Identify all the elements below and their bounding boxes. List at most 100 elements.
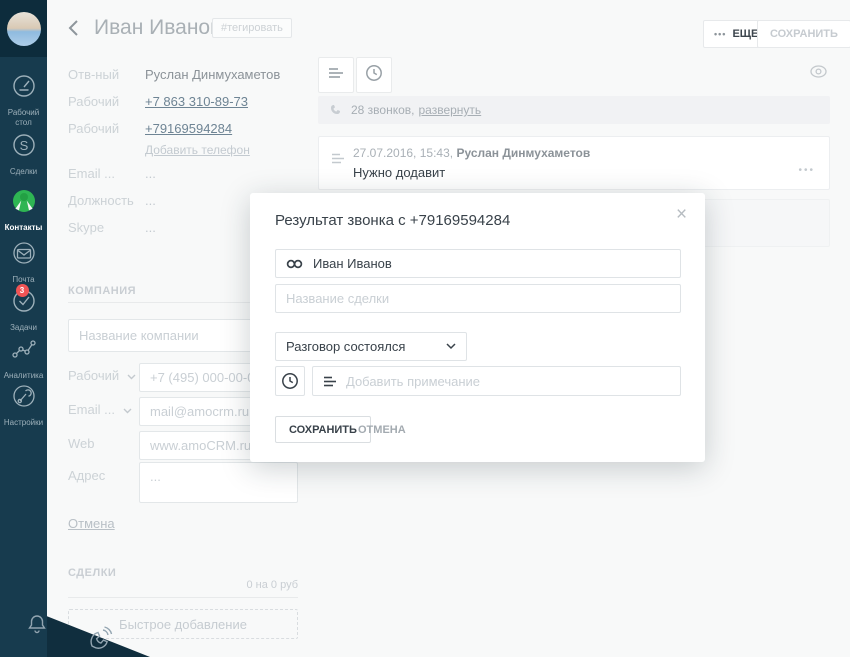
tasks-badge: 3 bbox=[16, 284, 29, 297]
expand-calls-link[interactable]: развернуть bbox=[419, 103, 482, 117]
field-label: Адрес bbox=[68, 468, 105, 483]
calls-count-text: 28 звонков, bbox=[351, 103, 415, 117]
field-label: Рабочий bbox=[68, 94, 119, 109]
modal-title: Результат звонка с +79169594284 bbox=[275, 212, 510, 229]
sidebar-item-label: Задачи bbox=[10, 323, 37, 333]
chevron-down-icon bbox=[446, 343, 456, 350]
watch-eye-icon[interactable] bbox=[810, 65, 827, 83]
contacts-icon bbox=[11, 188, 37, 219]
calls-group-row[interactable]: 28 звонков, развернуть bbox=[318, 96, 830, 124]
deal-name-field[interactable] bbox=[275, 284, 681, 313]
company-section-title: КОМПАНИЯ bbox=[68, 285, 136, 297]
field-row-skype: Skype ... bbox=[68, 220, 104, 235]
note-icon bbox=[328, 66, 344, 84]
field-row-position: Должность ... bbox=[68, 193, 134, 208]
company-row-email: Email ... bbox=[68, 402, 132, 417]
sidebar-item-deals[interactable]: S Сделки bbox=[0, 132, 47, 177]
add-phone-label[interactable]: Добавить телефон bbox=[145, 143, 250, 157]
phone-link[interactable]: +7 863 310-89-73 bbox=[145, 94, 248, 109]
chevron-down-icon[interactable] bbox=[123, 402, 132, 417]
company-address-field[interactable] bbox=[139, 462, 298, 503]
note-icon bbox=[331, 151, 345, 169]
sidebar-item-label: Рабочий стол bbox=[0, 108, 47, 128]
add-note-button[interactable] bbox=[318, 57, 354, 93]
field-label: Должность bbox=[68, 193, 134, 208]
modal-cancel-link[interactable]: ОТМЕНА bbox=[358, 424, 406, 436]
company-address-input[interactable] bbox=[139, 462, 298, 503]
field-label: Skype bbox=[68, 220, 104, 235]
note-date: 27.07.2016, 15:43, bbox=[353, 146, 453, 160]
more-button-label: ЕЩЕ bbox=[732, 28, 758, 40]
divider bbox=[68, 597, 298, 598]
sidebar-item-dashboard[interactable]: Рабочий стол bbox=[0, 73, 47, 128]
note-actions-ellipsis[interactable]: ••• bbox=[798, 165, 815, 176]
field-value: Руслан Динмухаметов bbox=[145, 67, 280, 82]
field-row-phone-1: Рабочий +7 863 310-89-73 bbox=[68, 94, 119, 109]
call-note-field[interactable] bbox=[312, 366, 681, 396]
company-row-address: Адрес bbox=[68, 468, 105, 483]
tasks-icon: 3 bbox=[11, 288, 37, 319]
call-result-value: Разговор состоялся bbox=[286, 339, 405, 354]
field-value: ... bbox=[145, 193, 156, 208]
note-icon bbox=[323, 376, 337, 387]
field-label: Email ... bbox=[68, 402, 115, 417]
add-phone-link[interactable]: Добавить телефон bbox=[145, 143, 250, 157]
sidebar-item-label: Настройки bbox=[4, 418, 43, 428]
field-row-phone-2: Рабочий +79169594284 bbox=[68, 121, 119, 136]
deal-name-input[interactable] bbox=[275, 284, 681, 313]
deals-summary: 0 на 0 руб bbox=[68, 579, 298, 591]
add-task-button[interactable] bbox=[356, 57, 392, 93]
company-row-web: Web bbox=[68, 436, 95, 451]
call-icon bbox=[330, 104, 342, 116]
sidebar-item-label: Сделки bbox=[10, 167, 37, 177]
avatar[interactable] bbox=[7, 12, 41, 46]
note-author: Руслан Динмухаметов bbox=[456, 146, 590, 160]
linked-contact-field[interactable]: Иван Иванов bbox=[275, 249, 681, 278]
sidebar-item-settings[interactable]: Настройки bbox=[0, 383, 47, 428]
modal-save-button[interactable]: СОХРАНИТЬ bbox=[275, 416, 371, 443]
back-button[interactable] bbox=[66, 18, 82, 43]
call-note-input[interactable] bbox=[346, 368, 680, 394]
sidebar-item-label: Контакты bbox=[5, 223, 43, 233]
call-widget-phone-icon[interactable] bbox=[84, 624, 114, 657]
note-card: 27.07.2016, 15:43, Руслан Динмухаметов Н… bbox=[318, 136, 830, 190]
mail-icon bbox=[11, 240, 37, 271]
field-value: ... bbox=[145, 166, 156, 181]
field-row-responsible: Отв-ный Руслан Динмухаметов bbox=[68, 67, 119, 82]
chevron-down-icon[interactable] bbox=[127, 368, 136, 383]
sidebar-item-contacts[interactable]: Контакты bbox=[0, 188, 47, 233]
note-text: Нужно додавит bbox=[353, 165, 445, 180]
sidebar-item-label: Аналитика bbox=[4, 371, 44, 381]
dashboard-icon bbox=[11, 73, 37, 104]
phone-link[interactable]: +79169594284 bbox=[145, 121, 232, 136]
sidebar-item-mail[interactable]: Почта bbox=[0, 240, 47, 285]
save-button[interactable]: СОХРАНИТЬ bbox=[757, 20, 850, 48]
notifications-bell-icon[interactable] bbox=[24, 611, 50, 642]
cancel-label[interactable]: Отмена bbox=[68, 516, 115, 531]
amocrm-contact-page: Рабочий стол S Сделки Контакты bbox=[0, 0, 850, 657]
deals-icon: S bbox=[11, 132, 37, 163]
schedule-call-button[interactable] bbox=[275, 366, 305, 396]
ellipsis-icon: ••• bbox=[714, 29, 726, 39]
field-label: Email ... bbox=[68, 166, 115, 181]
field-label: Рабочий bbox=[68, 121, 119, 136]
sidebar-item-tasks[interactable]: 3 Задачи bbox=[0, 288, 47, 333]
linked-contact-value: Иван Иванов bbox=[313, 256, 392, 271]
company-row-phone: Рабочий bbox=[68, 368, 136, 383]
field-label: Web bbox=[68, 436, 95, 451]
call-result-select[interactable]: Разговор состоялся bbox=[275, 332, 467, 361]
settings-icon bbox=[11, 383, 37, 414]
tag-button[interactable]: #тегировать bbox=[212, 18, 292, 38]
link-icon bbox=[286, 259, 303, 269]
analytics-icon bbox=[11, 336, 37, 367]
sidebar-item-analytics[interactable]: Аналитика bbox=[0, 336, 47, 381]
field-value: ... bbox=[145, 220, 156, 235]
sidebar: Рабочий стол S Сделки Контакты bbox=[0, 0, 47, 657]
page-title: Иван Иванов bbox=[94, 16, 221, 40]
user-avatar-block[interactable] bbox=[0, 0, 47, 57]
call-result-modal: Результат звонка с +79169594284 × Иван И… bbox=[250, 193, 705, 462]
field-label: Рабочий bbox=[68, 368, 119, 383]
svg-text:S: S bbox=[19, 138, 28, 153]
close-icon[interactable]: × bbox=[676, 205, 687, 224]
company-cancel-link[interactable]: Отмена bbox=[68, 516, 115, 531]
